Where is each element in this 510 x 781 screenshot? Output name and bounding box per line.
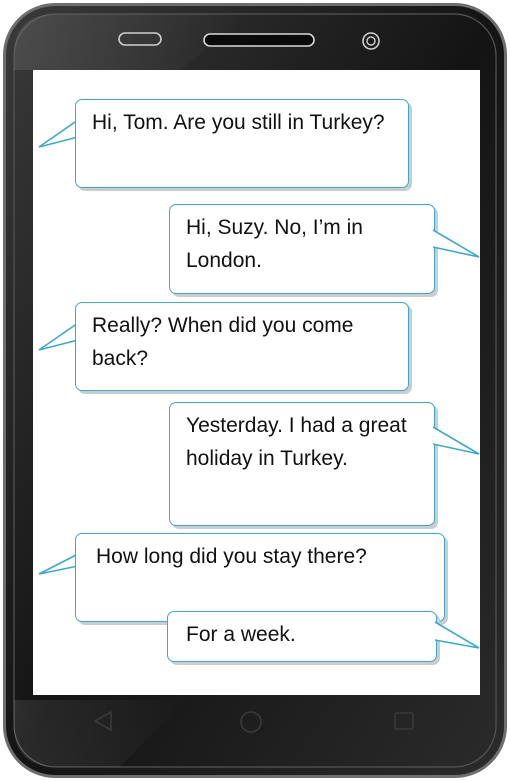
back-icon[interactable] [92,710,114,732]
bubble-tail-right [434,621,480,649]
message-text: Hi, Tom. Are you still in Turkey? [92,111,385,134]
bubble-tail-right [432,229,480,258]
bubble-tail-left [38,322,79,351]
message-bubble-outgoing: Hi, Suzy. No, I’m in London. [169,204,435,294]
bubble-tail-left [38,553,79,575]
message-bubble-incoming: Really? When did you come back? [75,302,409,391]
recents-icon[interactable] [393,710,415,732]
message-text: Hi, Suzy. No, I’m in London. [186,216,363,272]
message-bubble-incoming: Hi, Tom. Are you still in Turkey? [75,99,409,188]
message-text: How long did you stay there? [96,545,367,568]
earpiece-slot [118,32,162,46]
front-camera-icon [362,32,380,50]
message-bubble-outgoing: For a week. [167,611,437,662]
message-text: Yesterday. I had a great holiday in Turk… [186,414,407,470]
message-bubble-incoming: How long did you stay there? [75,533,445,622]
message-text: For a week. [186,623,296,646]
bubble-tail-right [432,426,480,455]
chat-screen: Hi, Tom. Are you still in Turkey? Hi, Su… [33,70,480,695]
bubble-tail-left [38,119,79,148]
speaker-grille [203,33,315,47]
message-text: Really? When did you come back? [92,314,354,370]
home-icon[interactable] [238,709,264,735]
message-bubble-outgoing: Yesterday. I had a great holiday in Turk… [169,402,435,526]
